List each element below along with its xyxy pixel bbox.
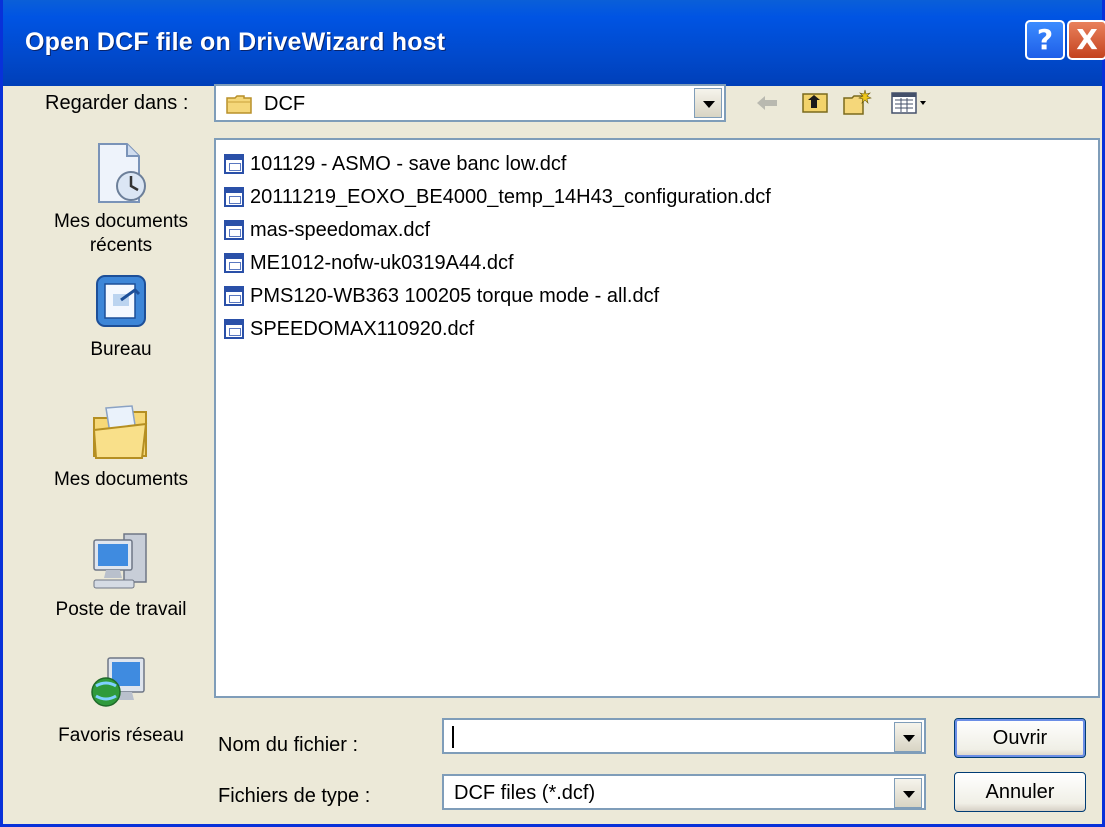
my-documents-icon bbox=[92, 405, 148, 459]
desktop-icon bbox=[96, 275, 146, 327]
place-label: Mes documents récents bbox=[53, 211, 189, 256]
network-places-icon bbox=[91, 657, 145, 707]
place-recent-documents[interactable]: Mes documents récents bbox=[41, 140, 201, 258]
file-name: SPEEDOMAX110920.dcf bbox=[250, 318, 475, 340]
close-button[interactable]: X bbox=[1067, 20, 1105, 60]
filename-field[interactable] bbox=[442, 718, 926, 754]
file-list[interactable]: 101129 - ASMO - save banc low.dcf 201112… bbox=[214, 138, 1100, 698]
place-label: Mes documents bbox=[53, 469, 189, 490]
dcf-file-icon bbox=[224, 187, 244, 207]
window-title: Open DCF file on DriveWizard host bbox=[25, 28, 446, 56]
dcf-file-icon bbox=[224, 286, 244, 306]
folder-icon bbox=[226, 95, 252, 114]
place-my-computer[interactable]: Poste de travail bbox=[41, 530, 201, 622]
filetype-dropdown-arrow[interactable] bbox=[894, 778, 922, 808]
filetype-dropdown[interactable]: DCF files (*.dcf) bbox=[442, 774, 926, 810]
new-folder-icon[interactable] bbox=[841, 88, 873, 118]
place-label: Poste de travail bbox=[55, 599, 187, 620]
look-in-label: Regarder dans : bbox=[45, 92, 189, 114]
back-arrow-icon[interactable] bbox=[751, 88, 783, 118]
file-name: mas-speedomax.dcf bbox=[250, 219, 431, 241]
title-bar[interactable]: Open DCF file on DriveWizard host ? X bbox=[3, 0, 1105, 86]
look-in-value: DCF bbox=[264, 93, 306, 115]
recent-documents-icon bbox=[98, 143, 146, 203]
help-button[interactable]: ? bbox=[1025, 20, 1065, 60]
open-button[interactable]: Ouvrir bbox=[954, 718, 1086, 758]
place-network[interactable]: Favoris réseau bbox=[41, 652, 201, 748]
up-folder-icon[interactable] bbox=[799, 88, 831, 118]
place-my-documents[interactable]: Mes documents bbox=[41, 402, 201, 492]
my-computer-icon bbox=[93, 533, 147, 589]
look-in-dropdown[interactable]: DCF bbox=[214, 84, 726, 122]
look-in-dropdown-arrow[interactable] bbox=[694, 88, 722, 118]
filename-label: Nom du fichier : bbox=[218, 734, 359, 756]
filetype-value: DCF files (*.dcf) bbox=[454, 782, 596, 804]
text-cursor bbox=[452, 726, 454, 748]
place-label: Bureau bbox=[90, 339, 152, 360]
filename-dropdown-arrow[interactable] bbox=[894, 722, 922, 752]
dcf-file-icon bbox=[224, 319, 244, 339]
file-name: 101129 - ASMO - save banc low.dcf bbox=[250, 153, 567, 175]
dcf-file-icon bbox=[224, 253, 244, 273]
file-name: ME1012-nofw-uk0319A44.dcf bbox=[250, 252, 514, 274]
dcf-file-icon bbox=[224, 220, 244, 240]
place-label: Favoris réseau bbox=[58, 725, 184, 746]
open-file-dialog: Open DCF file on DriveWizard host ? X Re… bbox=[0, 0, 1105, 827]
cancel-button[interactable]: Annuler bbox=[954, 772, 1086, 812]
file-name: 20111219_EOXO_BE4000_temp_14H43_configur… bbox=[250, 186, 771, 208]
view-menu-icon[interactable] bbox=[889, 88, 929, 118]
file-name: PMS120-WB363 100205 torque mode - all.dc… bbox=[250, 285, 660, 307]
dcf-file-icon bbox=[224, 154, 244, 174]
place-desktop[interactable]: Bureau bbox=[41, 272, 201, 362]
filetype-label: Fichiers de type : bbox=[218, 785, 371, 807]
